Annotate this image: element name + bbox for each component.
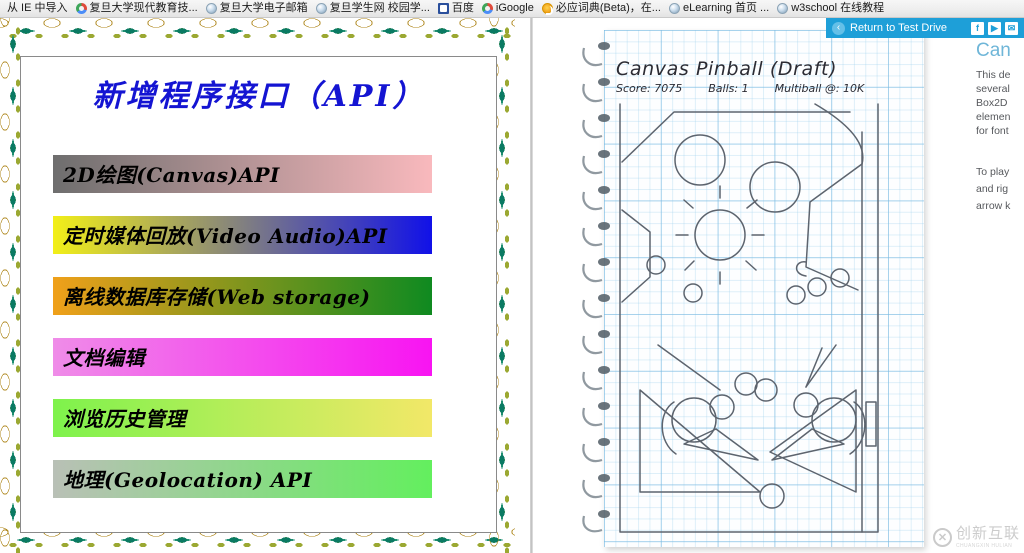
demo-paragraph-line: for font: [976, 125, 1009, 137]
globe-icon: [205, 3, 217, 14]
bookmark-item-3[interactable]: 复旦学生网 校园学...: [313, 1, 435, 16]
multiball-value: Multiball @: 10K: [774, 82, 865, 95]
bookmark-label: 复旦大学电子邮箱: [219, 2, 308, 14]
notebook-pinball: Canvas Pinball (Draft) Score: 7075 Balls…: [580, 30, 925, 550]
demo-paragraph-line: elemen: [976, 111, 1011, 123]
bookmark-item-7[interactable]: eLearning 首页 ...: [666, 1, 774, 16]
demo-instructions: To play and rig arrow k: [976, 164, 1024, 215]
globe-icon: [668, 3, 680, 14]
api-bar-label: 浏览历史管理: [63, 406, 186, 431]
api-bar-list: 2D绘图(Canvas)API 定时媒体回放(Video Audio)API 离…: [53, 155, 465, 521]
score-value: Score: 7075: [616, 82, 683, 95]
email-icon[interactable]: ✉: [1005, 21, 1018, 35]
presentation-pane: 新增程序接口（API） 2D绘图(Canvas)API 定时媒体回放(Video…: [0, 18, 530, 553]
demo-description-column: Can This de several Box2D elemen for fon…: [976, 40, 1024, 270]
bookmark-label: w3school 在线教程: [791, 2, 885, 14]
back-arrow-icon[interactable]: ‹: [832, 21, 845, 35]
return-to-test-drive-bar[interactable]: ‹ Return to Test Drive f ▶ ✉: [826, 18, 1024, 38]
api-bar-document-editing: 文档编辑: [53, 338, 433, 376]
api-bar-geolocation: 地理(Geolocation) API: [53, 460, 433, 498]
slide-content-frame: 新增程序接口（API） 2D绘图(Canvas)API 定时媒体回放(Video…: [20, 56, 497, 533]
bookmark-label: 必应词典(Beta)，在...: [555, 2, 661, 14]
browser-content-pane: ‹ Return to Test Drive f ▶ ✉ Canvas Pinb…: [533, 18, 1024, 553]
bookmark-item-4[interactable]: 百度: [435, 1, 479, 16]
bookmark-item-1[interactable]: 复旦大学现代教育技...: [73, 1, 203, 16]
api-bar-web-storage: 离线数据库存储(Web storage): [53, 277, 433, 315]
bing-icon: [541, 3, 553, 15]
demo-instruction-line: arrow k: [976, 200, 1011, 212]
api-bar-label: 定时媒体回放(Video Audio)API: [63, 223, 388, 248]
bookmark-item-6[interactable]: 必应词典(Beta)，在...: [539, 1, 666, 16]
return-link-label[interactable]: Return to Test Drive: [850, 22, 971, 34]
demo-paragraph: This de several Box2D elemen for font: [976, 68, 1024, 138]
api-bar-history-management: 浏览历史管理: [53, 399, 433, 437]
pinball-playfield[interactable]: [610, 102, 910, 537]
api-bar-video-audio: 定时媒体回放(Video Audio)API: [53, 216, 433, 254]
facebook-icon[interactable]: f: [971, 21, 984, 35]
chrome-icon: [481, 3, 493, 14]
balls-value: Balls: 1: [708, 82, 749, 95]
bookmark-label: 从 IE 中导入: [7, 2, 68, 14]
api-bar-label: 地理(Geolocation) API: [63, 467, 313, 492]
bookmark-item-2[interactable]: 复旦大学电子邮箱: [203, 1, 313, 16]
demo-paragraph-line: several: [976, 83, 1010, 95]
bookmark-label: 复旦学生网 校园学...: [329, 2, 430, 14]
bookmark-label: iGoogle: [495, 2, 534, 14]
twitter-icon[interactable]: ▶: [988, 21, 1001, 35]
watermark: ✕ 创新互联 CHUANGXIN HULIAN: [932, 526, 1020, 549]
api-bar-label: 2D绘图(Canvas)API: [63, 162, 280, 187]
bookmark-label: 复旦大学现代教育技...: [89, 2, 198, 14]
demo-instruction-line: To play: [976, 166, 1010, 178]
watermark-logo-icon: ✕: [932, 528, 952, 547]
globe-icon: [777, 3, 789, 14]
watermark-english: CHUANGXIN HULIAN: [955, 543, 1013, 549]
demo-paragraph-line: Box2D: [976, 97, 1008, 109]
api-bar-label: 离线数据库存储(Web storage): [63, 284, 371, 309]
demo-paragraph-line: This de: [976, 69, 1011, 81]
slide: 新增程序接口（API） 2D绘图(Canvas)API 定时媒体回放(Video…: [0, 18, 515, 553]
api-bar-label: 文档编辑: [63, 345, 145, 370]
bookmark-item-8[interactable]: w3school 在线教程: [774, 1, 889, 16]
bookmark-label: eLearning 首页 ...: [682, 2, 770, 14]
spiral-binding-icon: [582, 42, 610, 533]
watermark-chinese: 创新互联: [955, 525, 1020, 542]
watermark-text: 创新互联 CHUANGXIN HULIAN: [956, 526, 1020, 549]
demo-instruction-line: and rig: [976, 183, 1009, 195]
pinball-title: Canvas Pinball (Draft): [616, 58, 838, 80]
bookmark-item-0[interactable]: 从 IE 中导入: [4, 1, 73, 16]
api-bar-2d-canvas: 2D绘图(Canvas)API: [53, 155, 433, 193]
demo-heading: Can: [976, 40, 1011, 61]
baidu-icon: [437, 3, 449, 14]
pinball-stats: Score: 7075 Balls: 1 Multiball @: 10K: [616, 82, 896, 95]
slide-title: 新增程序接口（API）: [92, 79, 426, 114]
bookmarks-bar[interactable]: 从 IE 中导入 复旦大学现代教育技... 复旦大学电子邮箱 复旦学生网 校园学…: [0, 0, 1024, 18]
chrome-icon: [75, 3, 87, 14]
ornament-border-top: [0, 18, 515, 44]
social-links[interactable]: f ▶ ✉: [971, 21, 1024, 35]
bookmark-label: 百度: [451, 2, 474, 14]
bookmark-item-5[interactable]: iGoogle: [479, 1, 539, 16]
globe-icon: [315, 3, 327, 14]
